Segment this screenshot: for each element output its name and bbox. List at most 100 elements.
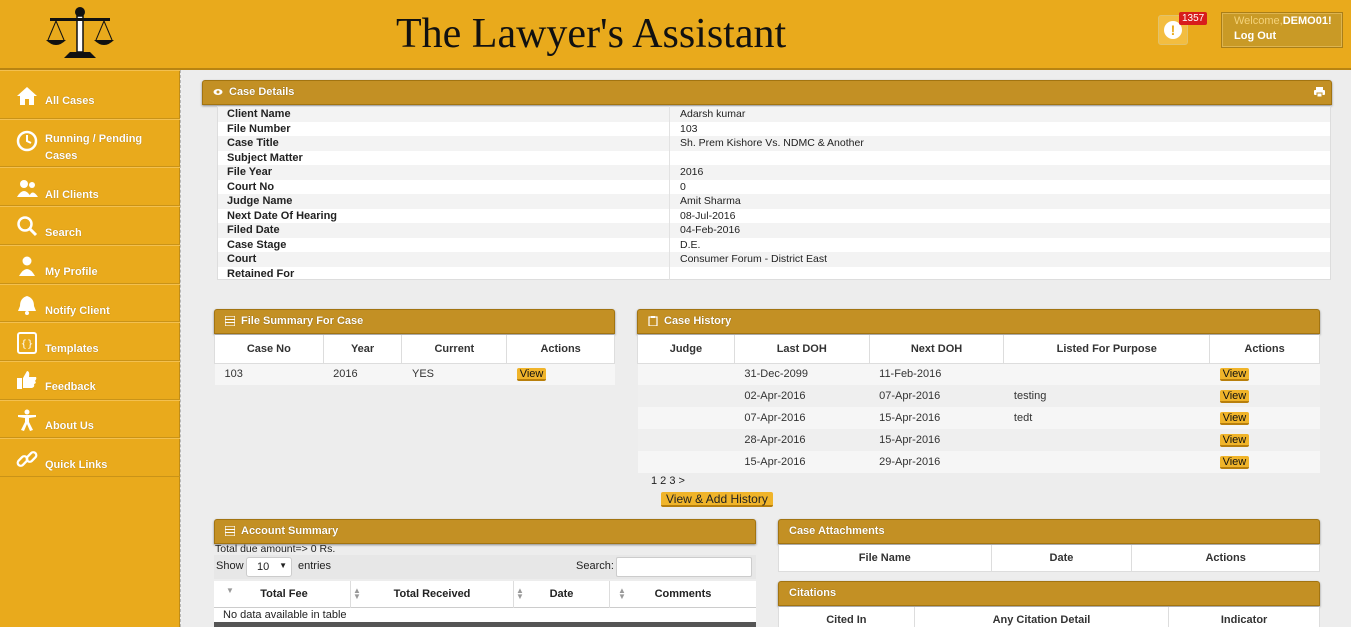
- citations-title: Citations: [789, 587, 837, 599]
- next-doh-cell: 15-Apr-2016: [869, 407, 1004, 429]
- table-row: 07-Apr-2016 15-Apr-2016 tedt View: [637, 407, 1320, 429]
- last-doh-cell: 28-Apr-2016: [734, 429, 870, 451]
- sort-icon: ▲ ▼: [516, 586, 524, 601]
- sidebar-item-running-pending-cases[interactable]: Running / Pending Cases: [0, 119, 180, 167]
- actions-cell: View: [1209, 429, 1320, 451]
- actions-cell: View: [506, 363, 615, 385]
- sidebar-item-notify-client[interactable]: Notify Client: [0, 284, 180, 322]
- judge-cell: [637, 429, 735, 451]
- column-header[interactable]: File Name: [778, 545, 992, 572]
- column-header[interactable]: Indicator: [1168, 607, 1320, 627]
- sidebar-item-all-cases[interactable]: All Cases: [0, 70, 180, 119]
- svg-text:{}: {}: [21, 339, 34, 350]
- detail-row: Client Name Adarsh kumar: [218, 107, 1330, 122]
- detail-key: Next Date Of Hearing: [227, 209, 338, 222]
- detail-row: Case Stage D.E.: [218, 238, 1330, 253]
- home-icon: [17, 87, 37, 105]
- actions-cell: View: [1209, 407, 1320, 429]
- search-input[interactable]: [616, 557, 752, 577]
- column-header[interactable]: Case No: [214, 335, 324, 364]
- table-footer: [214, 622, 756, 627]
- case-attachments-title: Case Attachments: [789, 525, 885, 537]
- file-summary-header: File Summary For Case: [214, 309, 615, 334]
- purpose-cell: testing: [1003, 385, 1210, 407]
- column-header[interactable]: Last DOH: [733, 335, 870, 364]
- page-size-value: 10: [257, 561, 270, 573]
- detail-key: Subject Matter: [227, 151, 303, 164]
- detail-value: 0: [680, 180, 686, 193]
- detail-key: Court No: [227, 180, 275, 193]
- sort-desc-icon: ▼: [226, 586, 234, 595]
- caret-down-icon: ▼: [279, 561, 287, 570]
- sidebar-item-label: Feedback: [45, 381, 96, 393]
- entries-label: entries: [298, 560, 332, 572]
- welcome-text: Welcome,DEMO01!: [1234, 15, 1332, 27]
- table-row: 02-Apr-2016 07-Apr-2016 testing View: [637, 385, 1320, 407]
- sidebar-item-feedback[interactable]: Feedback: [0, 361, 180, 400]
- column-header[interactable]: Next DOH: [868, 335, 1005, 364]
- column-header[interactable]: Judge: [637, 335, 735, 364]
- sidebar-item-label: All Clients: [45, 189, 99, 201]
- column-header-total-received[interactable]: ▲ ▼ Total Received: [351, 581, 514, 608]
- table-header-row: Cited In Any Citation Detail Indicator: [778, 607, 1320, 627]
- view-button[interactable]: View: [1219, 367, 1250, 381]
- view-button[interactable]: View: [1219, 455, 1250, 469]
- actions-cell: View: [1209, 451, 1320, 473]
- clipboard-icon: [648, 316, 658, 326]
- column-header[interactable]: Listed For Purpose: [1003, 335, 1211, 364]
- sidebar-item-label: Quick Links: [45, 459, 108, 471]
- column-header[interactable]: Any Citation Detail: [913, 607, 1170, 627]
- file-summary-table: Case No Year Current Actions 103 2016 YE…: [214, 335, 615, 385]
- sidebar-item-label: Running / Pending Cases: [45, 133, 143, 162]
- logout-link[interactable]: Log Out: [1234, 30, 1330, 42]
- sidebar-item-search[interactable]: Search: [0, 206, 180, 245]
- column-header[interactable]: Current: [401, 335, 508, 364]
- case-history-title: Case History: [664, 315, 732, 327]
- sort-icon: ▲ ▼: [353, 586, 361, 601]
- sort-icon: ▲ ▼: [618, 586, 626, 601]
- purpose-cell: [1003, 451, 1210, 473]
- detail-row: Case Title Sh. Prem Kishore Vs. NDMC & An…: [218, 136, 1330, 151]
- sidebar-item-my-profile[interactable]: My Profile: [0, 245, 180, 284]
- sidebar-item-label: Templates: [45, 343, 99, 355]
- column-header[interactable]: Year: [322, 335, 403, 364]
- column-header[interactable]: Cited In: [778, 607, 915, 627]
- column-header-total-fee[interactable]: ▼ Total Fee: [214, 581, 351, 608]
- actions-cell: View: [1209, 363, 1320, 385]
- detail-value: 08-Jul-2016: [680, 209, 736, 222]
- view-button[interactable]: View: [1219, 389, 1250, 403]
- sidebar-item-all-clients[interactable]: All Clients: [0, 167, 180, 206]
- detail-key: Filed Date: [227, 224, 280, 236]
- sidebar-item-about-us[interactable]: About Us: [0, 400, 180, 438]
- column-header[interactable]: Actions: [1209, 335, 1320, 364]
- detail-value: Consumer Forum - District East: [680, 253, 828, 265]
- sidebar-item-label: Search: [45, 227, 82, 239]
- judge-cell: [637, 385, 735, 407]
- table-header-row: File Name Date Actions: [778, 545, 1320, 572]
- case-history-header: Case History: [637, 309, 1320, 334]
- view-add-history-button[interactable]: View & Add History: [661, 492, 773, 507]
- sidebar-item-templates[interactable]: {} Templates: [0, 322, 180, 361]
- column-header-date[interactable]: ▲ ▼ Date: [514, 581, 610, 608]
- view-button[interactable]: View: [1219, 411, 1250, 425]
- column-header[interactable]: Actions: [506, 335, 615, 364]
- table-controls: Show 10 ▼ entries Search:: [214, 555, 756, 579]
- table-icon: [225, 526, 235, 536]
- sidebar-item-quick-links[interactable]: Quick Links: [0, 438, 180, 477]
- print-icon[interactable]: [1314, 87, 1325, 97]
- profile-icon: [19, 256, 35, 276]
- column-header-comments[interactable]: ▲ ▼ Comments: [610, 581, 756, 608]
- username: DEMO01!: [1282, 15, 1332, 27]
- view-button[interactable]: View: [516, 367, 547, 381]
- page-size-select[interactable]: 10 ▼: [246, 557, 292, 577]
- clock-icon: [16, 130, 38, 152]
- view-button[interactable]: View: [1219, 433, 1250, 447]
- column-header[interactable]: Actions: [1131, 545, 1320, 572]
- case-details-table: Client Name Adarsh kumar File Number 103 C…: [217, 106, 1331, 280]
- detail-value: D.E.: [680, 238, 701, 251]
- current-cell: YES: [401, 363, 507, 385]
- detail-value: 2016: [680, 166, 704, 178]
- column-header[interactable]: Date: [990, 545, 1133, 572]
- detail-row: File Year 2016: [218, 165, 1330, 180]
- pagination[interactable]: 1 2 3 >: [651, 475, 685, 487]
